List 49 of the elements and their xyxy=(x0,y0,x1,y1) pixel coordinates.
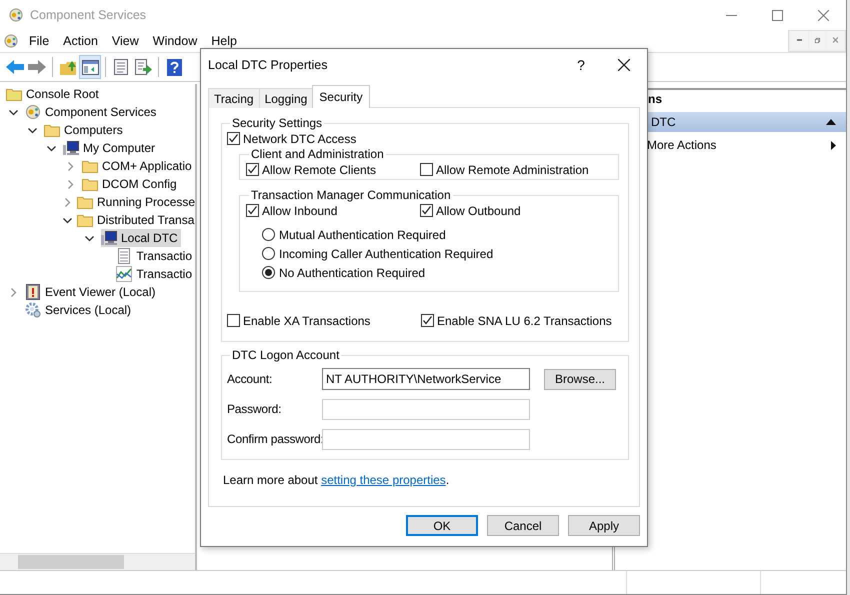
menu-item[interactable]: File xyxy=(22,31,56,51)
menu-item[interactable]: View xyxy=(104,31,146,51)
checkbox[interactable]: Network DTC Access xyxy=(227,130,356,147)
checkbox[interactable]: Allow Remote Clients xyxy=(246,161,420,178)
tree-item[interactable]: COM+ Applicatio xyxy=(82,157,195,175)
help-button[interactable]: ? xyxy=(561,50,601,80)
browse-button[interactable]: Browse... xyxy=(544,368,616,390)
field-label: Account: xyxy=(227,372,274,386)
dialog-button[interactable]: Apply xyxy=(568,515,640,536)
checkbox[interactable]: Enable XA Transactions xyxy=(227,312,421,329)
tree-item[interactable]: Distributed Transa xyxy=(77,211,195,229)
tree-item[interactable]: DCOM Config xyxy=(82,175,180,193)
checkbox[interactable]: Allow Inbound xyxy=(246,202,420,219)
dialog-button[interactable]: OK xyxy=(406,515,478,536)
help-text: Learn more about setting these properties. xyxy=(223,473,450,487)
tab[interactable]: Security xyxy=(312,85,370,108)
menu-item[interactable]: Help xyxy=(204,31,244,51)
window-title: Component Services xyxy=(30,8,146,22)
group-label: Transaction Manager Communication xyxy=(250,188,452,202)
dialog-button[interactable]: Cancel xyxy=(487,515,559,536)
tree-item[interactable]: Transactio xyxy=(116,247,195,265)
checkbox[interactable]: Allow Outbound xyxy=(420,202,612,219)
submenu-item[interactable]: More Actions xyxy=(615,135,846,155)
radio-button[interactable]: Mutual Authentication Required xyxy=(262,226,612,243)
radio-button[interactable]: Incoming Caller Authentication Required xyxy=(262,245,612,262)
tree-item[interactable]: My Computer xyxy=(63,139,158,157)
tree-item[interactable]: Console Root xyxy=(6,85,102,103)
tree-item[interactable]: Computers xyxy=(44,121,126,139)
field-label: Password: xyxy=(227,402,282,416)
checkbox[interactable]: Allow Remote Administration xyxy=(420,161,612,178)
group-label: Security Settings xyxy=(231,116,324,130)
tree-item[interactable]: Running Processe xyxy=(77,193,195,211)
tab[interactable]: Logging xyxy=(258,88,314,108)
field-label: Confirm password: xyxy=(227,432,322,446)
tree-item[interactable]: Event Viewer (Local) xyxy=(25,283,158,301)
tree-item[interactable]: Transactio xyxy=(116,265,195,283)
dialog-title: Local DTC Properties xyxy=(208,58,328,72)
input-field[interactable]: NT AUTHORITY\NetworkService xyxy=(322,368,530,390)
tree-item[interactable]: Component Services xyxy=(25,103,160,121)
group-label: DTC Logon Account xyxy=(231,348,340,362)
tab[interactable]: Tracing xyxy=(208,88,260,108)
radio-button[interactable]: No Authentication Required xyxy=(262,264,612,281)
group-label: Client and Administration xyxy=(250,147,385,161)
menu-item[interactable]: Action xyxy=(56,31,105,51)
tree-item[interactable]: Local DTC xyxy=(101,229,181,247)
checkbox[interactable]: Enable SNA LU 6.2 Transactions xyxy=(421,312,619,329)
menu-item[interactable]: Window xyxy=(146,31,204,51)
link[interactable]: setting these properties xyxy=(321,473,446,487)
tree-item[interactable]: Services (Local) xyxy=(25,301,134,319)
